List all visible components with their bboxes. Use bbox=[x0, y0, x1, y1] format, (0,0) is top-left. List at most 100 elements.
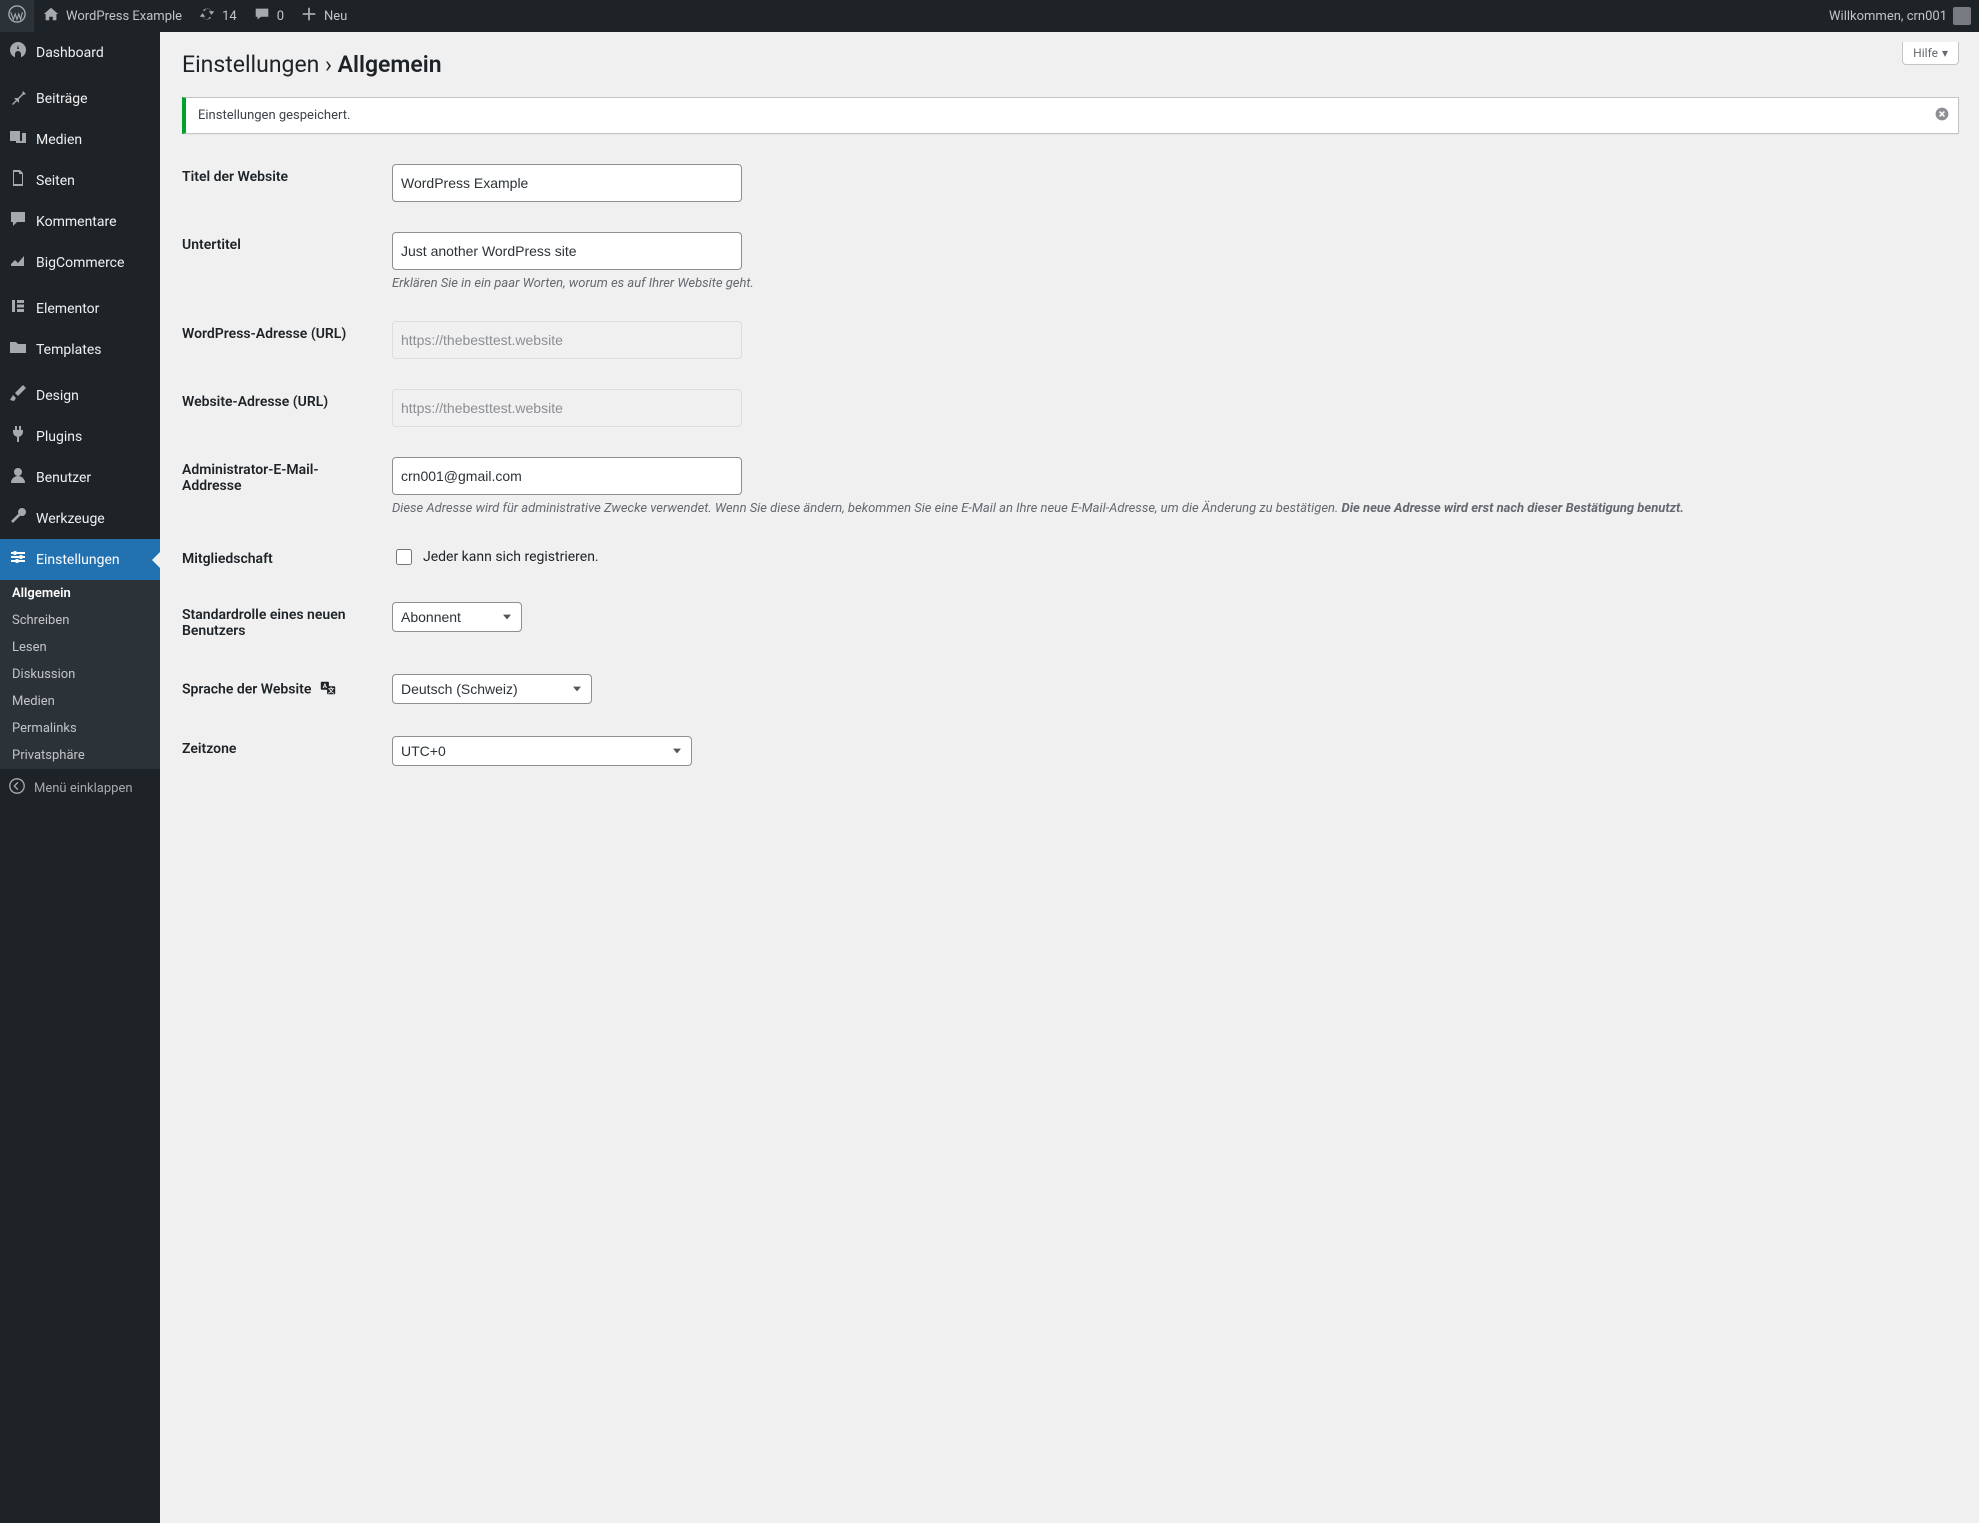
page-title-sep: › bbox=[319, 51, 337, 78]
wp-url-input bbox=[392, 321, 742, 359]
updates-count: 14 bbox=[222, 9, 237, 24]
media-icon bbox=[8, 127, 28, 152]
chevron-down-icon: ▾ bbox=[1942, 46, 1948, 60]
membership-label: Mitgliedschaft bbox=[182, 531, 382, 587]
translate-icon: A文 bbox=[319, 679, 337, 701]
updates-link[interactable]: 14 bbox=[190, 0, 245, 32]
timezone-label: Zeitzone bbox=[182, 721, 382, 781]
help-tab[interactable]: Hilfe ▾ bbox=[1902, 42, 1959, 65]
plus-icon bbox=[300, 5, 318, 27]
default-role-select[interactable]: Abonnent bbox=[392, 602, 522, 632]
sidebar-item-bigcommerce[interactable]: BigCommerce bbox=[0, 242, 160, 283]
admin-email-label: Administrator-E-Mail-Addresse bbox=[182, 442, 382, 531]
wp-url-label: WordPress-Adresse (URL) bbox=[182, 306, 382, 374]
brush-icon bbox=[8, 383, 28, 408]
sidebar-item-beiträge[interactable]: Beiträge bbox=[0, 78, 160, 119]
submenu-item-diskussion[interactable]: Diskussion bbox=[0, 661, 160, 688]
user-avatar-icon bbox=[1953, 7, 1971, 25]
pin-icon bbox=[8, 86, 28, 111]
site-name-link[interactable]: WordPress Example bbox=[34, 0, 190, 32]
page-title-part1: Einstellungen bbox=[182, 51, 319, 78]
wrench-icon bbox=[8, 506, 28, 531]
settings-saved-notice: Einstellungen gespeichert. bbox=[182, 97, 1959, 134]
dismiss-notice-button[interactable] bbox=[1934, 106, 1950, 126]
wordpress-icon bbox=[8, 5, 26, 27]
sidebar-item-label: Werkzeuge bbox=[36, 511, 105, 527]
sidebar-item-label: Medien bbox=[36, 132, 82, 148]
sidebar-item-einstellungen[interactable]: Einstellungen bbox=[0, 539, 160, 580]
collapse-icon bbox=[8, 777, 26, 799]
sidebar-item-benutzer[interactable]: Benutzer bbox=[0, 457, 160, 498]
user-icon bbox=[8, 465, 28, 490]
site-title-input[interactable] bbox=[392, 164, 742, 202]
dashboard-icon bbox=[8, 40, 28, 65]
sidebar-item-label: Templates bbox=[36, 342, 102, 358]
submenu-item-lesen[interactable]: Lesen bbox=[0, 634, 160, 661]
admin-email-input[interactable] bbox=[392, 457, 742, 495]
settings-form: Titel der Website Untertitel Erklären Si… bbox=[182, 149, 1959, 781]
sidebar-item-label: Einstellungen bbox=[36, 552, 120, 568]
collapse-label: Menü einklappen bbox=[34, 781, 133, 796]
elementor-icon bbox=[8, 296, 28, 321]
new-content-label: Neu bbox=[324, 9, 347, 24]
membership-checkbox-label: Jeder kann sich registrieren. bbox=[423, 549, 599, 565]
settings-submenu: AllgemeinSchreibenLesenDiskussionMedienP… bbox=[0, 580, 160, 769]
help-label: Hilfe bbox=[1913, 46, 1938, 60]
sidebar-item-label: Plugins bbox=[36, 429, 82, 445]
sidebar-item-design[interactable]: Design bbox=[0, 375, 160, 416]
svg-text:文: 文 bbox=[328, 686, 335, 695]
submenu-item-schreiben[interactable]: Schreiben bbox=[0, 607, 160, 634]
submenu-item-privatsphäre[interactable]: Privatsphäre bbox=[0, 742, 160, 769]
comments-link[interactable]: 0 bbox=[245, 0, 292, 32]
sidebar-item-werkzeuge[interactable]: Werkzeuge bbox=[0, 498, 160, 539]
sidebar-item-templates[interactable]: Templates bbox=[0, 329, 160, 370]
page-title: Einstellungen › Allgemein bbox=[182, 42, 1959, 82]
page-icon bbox=[8, 168, 28, 193]
tagline-input[interactable] bbox=[392, 232, 742, 270]
plug-icon bbox=[8, 424, 28, 449]
sidebar-item-label: BigCommerce bbox=[36, 255, 124, 271]
sidebar-item-dashboard[interactable]: Dashboard bbox=[0, 32, 160, 73]
folder-icon bbox=[8, 337, 28, 362]
default-role-label: Standardrolle eines neuen Benutzers bbox=[182, 587, 382, 659]
submenu-item-allgemein[interactable]: Allgemein bbox=[0, 580, 160, 607]
settings-icon bbox=[8, 547, 28, 572]
site-url-label: Website-Adresse (URL) bbox=[182, 374, 382, 442]
sidebar-item-label: Seiten bbox=[36, 173, 75, 189]
sidebar-item-kommentare[interactable]: Kommentare bbox=[0, 201, 160, 242]
sidebar-item-seiten[interactable]: Seiten bbox=[0, 160, 160, 201]
collapse-menu[interactable]: Menü einklappen bbox=[0, 769, 160, 807]
tagline-desc: Erklären Sie in ein paar Worten, worum e… bbox=[392, 276, 1949, 291]
submenu-item-medien[interactable]: Medien bbox=[0, 688, 160, 715]
comments-count: 0 bbox=[277, 9, 284, 24]
sidebar-item-elementor[interactable]: Elementor bbox=[0, 288, 160, 329]
comment-icon bbox=[253, 5, 271, 27]
site-url-input bbox=[392, 389, 742, 427]
notice-text: Einstellungen gespeichert. bbox=[198, 108, 350, 123]
admin-email-desc: Diese Adresse wird für administrative Zw… bbox=[392, 501, 1949, 516]
refresh-icon bbox=[198, 5, 216, 27]
sidebar-item-medien[interactable]: Medien bbox=[0, 119, 160, 160]
site-title-label: Titel der Website bbox=[182, 149, 382, 217]
tagline-label: Untertitel bbox=[182, 217, 382, 306]
new-content-link[interactable]: Neu bbox=[292, 0, 355, 32]
chart-icon bbox=[8, 250, 28, 275]
wp-logo[interactable] bbox=[0, 0, 34, 32]
language-label: Sprache der Website A文 bbox=[182, 659, 382, 721]
site-name: WordPress Example bbox=[66, 9, 182, 24]
membership-checkbox[interactable] bbox=[396, 549, 412, 565]
membership-checkbox-row[interactable]: Jeder kann sich registrieren. bbox=[392, 546, 1949, 568]
sidebar-item-label: Design bbox=[36, 388, 79, 404]
sidebar-item-label: Dashboard bbox=[36, 45, 104, 61]
sidebar-item-label: Elementor bbox=[36, 301, 99, 317]
submenu-item-permalinks[interactable]: Permalinks bbox=[0, 715, 160, 742]
language-select[interactable]: Deutsch (Schweiz) bbox=[392, 674, 592, 704]
my-account[interactable]: Willkommen, crn001 bbox=[1821, 0, 1979, 32]
admin-sidebar: Dashboard Beiträge Medien Seiten Kommentare B… bbox=[0, 32, 160, 1523]
sidebar-item-label: Benutzer bbox=[36, 470, 91, 486]
howdy-text: Willkommen, crn001 bbox=[1829, 9, 1947, 24]
admin-bar: WordPress Example 14 0 Neu Willkommen, c… bbox=[0, 0, 1979, 32]
home-icon bbox=[42, 5, 60, 27]
sidebar-item-plugins[interactable]: Plugins bbox=[0, 416, 160, 457]
timezone-select[interactable]: UTC+0 bbox=[392, 736, 692, 766]
